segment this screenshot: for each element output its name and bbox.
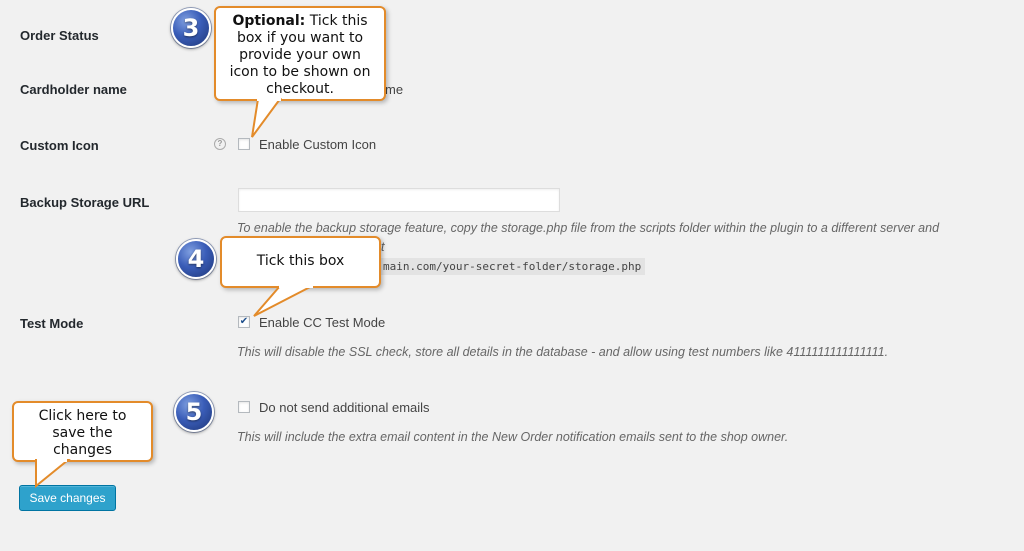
test-mode-label: Test Mode xyxy=(20,316,84,331)
backup-storage-description-line2: t xyxy=(381,240,385,254)
test-mode-description: This will disable the SSL check, store a… xyxy=(237,345,889,359)
backup-storage-description: To enable the backup storage feature, co… xyxy=(237,221,940,235)
callout-5-line-3: changes xyxy=(53,442,112,458)
no-additional-emails-checkbox[interactable] xyxy=(238,401,250,413)
emails-description: This will include the extra email conten… xyxy=(237,430,789,444)
callout-3-bold: Optional: xyxy=(232,13,306,29)
callout-save-changes: Click here to save the changes xyxy=(12,401,153,462)
callout-5-line-2: save the xyxy=(52,425,113,441)
no-additional-emails-checkbox-label[interactable]: Do not send additional emails xyxy=(259,400,430,415)
backup-storage-code-url: main.com/your-secret-folder/storage.php xyxy=(379,258,646,275)
callout-3-line-5: checkout. xyxy=(266,81,334,97)
cardholder-value-text: me xyxy=(385,82,404,97)
callout-3-line-4: icon to be shown on xyxy=(229,64,371,80)
callout-3-line-3: provide your own xyxy=(239,47,361,63)
backup-storage-url-label: Backup Storage URL xyxy=(20,195,150,210)
step-3-badge: 3 xyxy=(171,8,211,48)
order-status-label: Order Status xyxy=(20,28,99,43)
settings-page: Order Status Cardholder name me Custom I… xyxy=(0,0,1024,551)
backup-storage-url-input[interactable] xyxy=(238,188,560,212)
callout-optional-custom-icon: Optional: Tick this box if you want to p… xyxy=(214,6,386,101)
callout-3-text-1: Tick this xyxy=(305,13,368,29)
step-5-badge: 5 xyxy=(174,392,214,432)
cardholder-name-label: Cardholder name xyxy=(20,82,127,97)
callout-4-pointer xyxy=(253,284,313,317)
callout-3-line-1: Optional: Tick this xyxy=(216,13,384,30)
custom-icon-label: Custom Icon xyxy=(20,138,99,153)
callout-3-pointer xyxy=(251,97,282,138)
callout-5-pointer xyxy=(35,458,71,489)
help-icon[interactable]: ? xyxy=(214,138,226,150)
callout-tick-test-mode: Tick this box xyxy=(220,236,381,288)
callout-3-line-2: box if you want to xyxy=(236,30,364,46)
test-mode-checkbox[interactable] xyxy=(238,316,250,328)
callout-5-line-1: Click here to xyxy=(38,408,127,424)
step-4-badge: 4 xyxy=(176,239,216,279)
callout-4-text: Tick this box xyxy=(256,253,345,269)
